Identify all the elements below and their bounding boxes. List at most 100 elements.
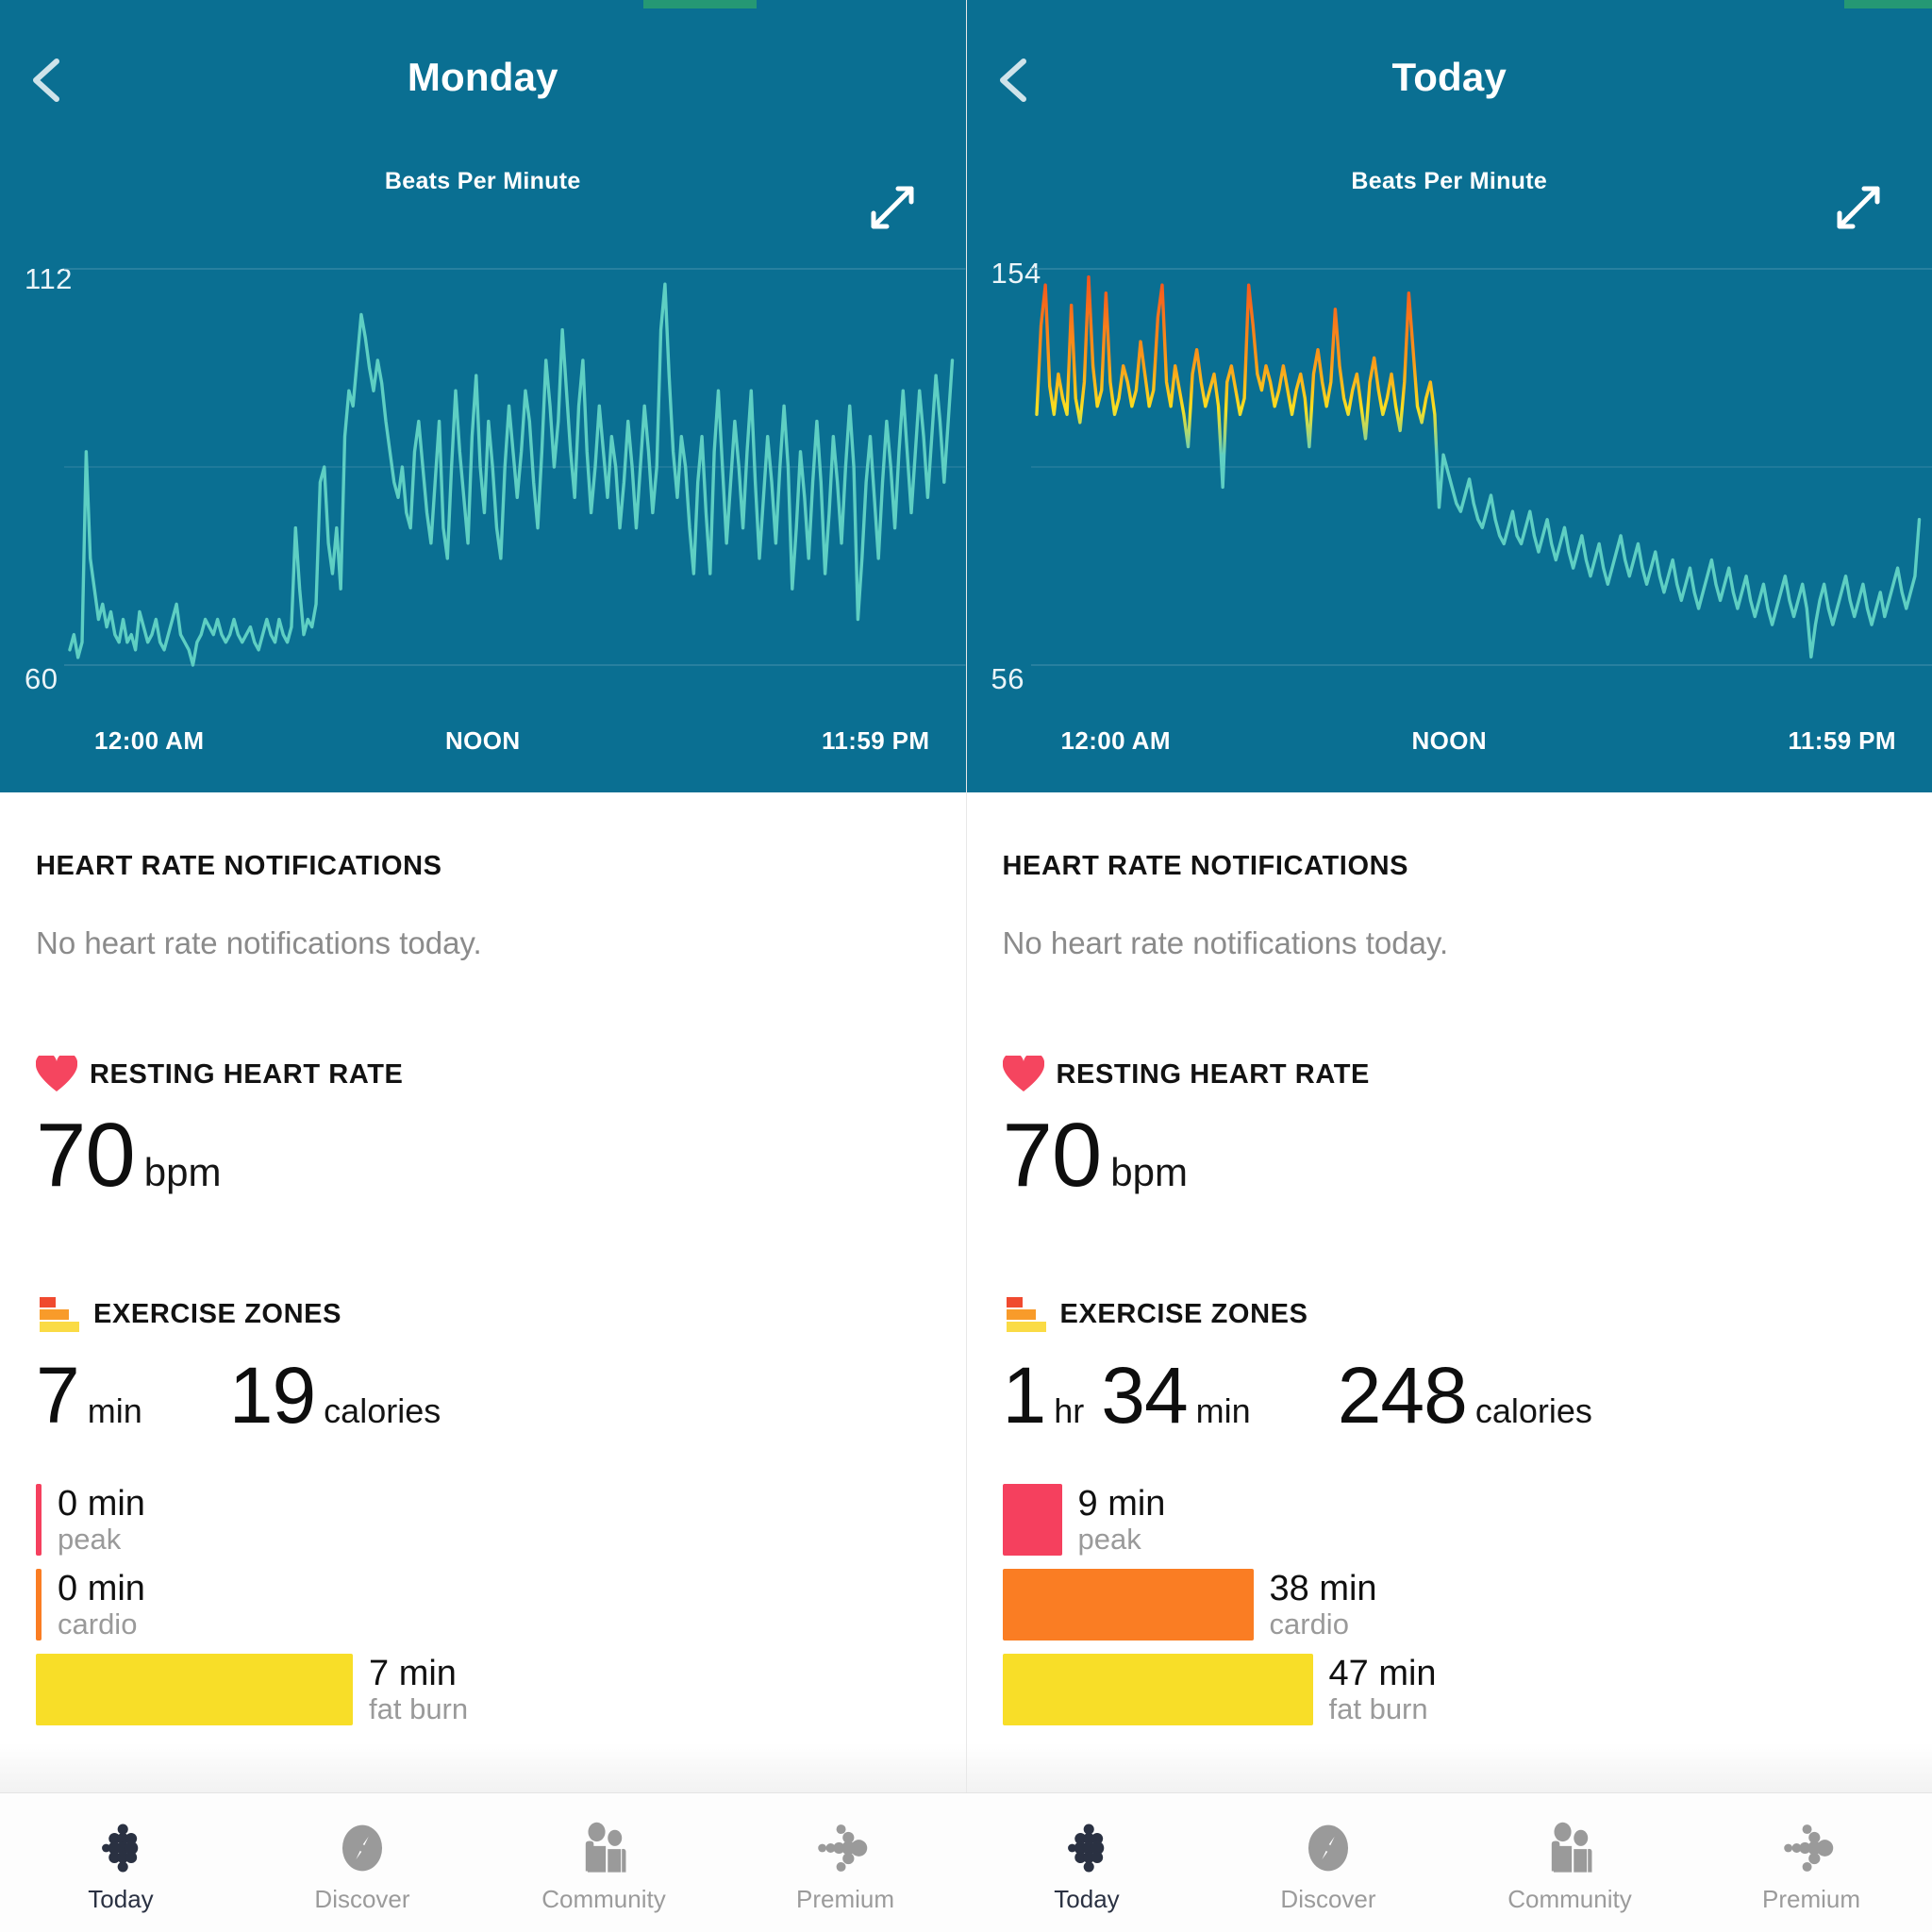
notifications-heading: HEART RATE NOTIFICATIONS <box>36 851 442 881</box>
tab-today[interactable]: Today <box>966 1793 1208 1932</box>
tab-community[interactable]: Community <box>1449 1793 1690 1932</box>
zones-total-unit-0: min <box>87 1391 142 1430</box>
exercise-zones-summary: 1 hr 34 min 248 calories <box>1003 1356 1897 1435</box>
zone-name: peak <box>1077 1522 1141 1556</box>
zone-bar-cardio <box>36 1569 42 1641</box>
dots-arrow-icon <box>1782 1819 1840 1877</box>
zones-calories: 248 calories <box>1338 1356 1592 1435</box>
tab-label: Today <box>1054 1885 1120 1913</box>
resting-heart-rate-value: 70 bpm <box>36 1110 930 1201</box>
zone-minutes: 7 min <box>369 1653 457 1693</box>
x-tick-mid: NOON <box>1411 726 1488 755</box>
tab-label: Discover <box>1280 1885 1376 1913</box>
tab-today[interactable]: Today <box>0 1793 242 1932</box>
fitbit-dots-icon <box>1058 1819 1116 1877</box>
heart-icon <box>1002 1052 1044 1093</box>
fitbit-dots-icon <box>92 1819 150 1877</box>
zone-bar-peak <box>1002 1484 1062 1556</box>
zone-minutes: 38 min <box>1269 1568 1377 1608</box>
tab-discover[interactable]: Discover <box>1208 1793 1449 1932</box>
zone-bar-fat-burn <box>36 1654 353 1725</box>
tab-community[interactable]: Community <box>483 1793 724 1932</box>
expand-chart-icon[interactable] <box>864 179 921 236</box>
exercise-zone-bars: 0 min peak 0 min cardio 7 min fat burn <box>36 1484 930 1725</box>
scroll-shadow <box>0 1743 966 1792</box>
zone-bar-row: 9 min peak <box>1002 1484 1897 1556</box>
tab-group-right: Today Discover Community Premium <box>966 1793 1932 1932</box>
zone-minutes: 0 min <box>58 1483 145 1524</box>
x-tick-mid: NOON <box>444 726 521 755</box>
pane-body: HEART RATE NOTIFICATIONS No heart rate n… <box>966 792 1932 1792</box>
tab-discover[interactable]: Discover <box>242 1793 483 1932</box>
zone-minutes: 9 min <box>1077 1483 1166 1524</box>
x-tick-end: 11:59 PM <box>822 726 930 755</box>
zone-bar-labels: 9 min peak <box>1078 1484 1166 1556</box>
page-title: Monday <box>407 55 558 99</box>
zone-name: cardio <box>58 1607 138 1641</box>
zone-bar-cardio <box>1002 1569 1254 1641</box>
zones-calories-number: 248 <box>1337 1351 1468 1440</box>
notifications-message: No heart rate notifications today. <box>36 925 482 960</box>
heart-rate-chart-card: Monday Beats Per Minute 112 60 12:00 AM … <box>0 0 966 792</box>
exercise-zones-label: EXERCISE ZONES <box>1059 1298 1308 1329</box>
zone-bar-labels: 7 min fat burn <box>369 1654 468 1725</box>
people-icon <box>574 1819 634 1877</box>
zones-total-0: 7 min <box>36 1356 142 1435</box>
zone-name: fat burn <box>369 1691 469 1725</box>
top-green-strip <box>1843 0 1932 8</box>
chart-caption: Beats Per Minute <box>1351 168 1548 194</box>
notifications-message: No heart rate notifications today. <box>1002 925 1449 960</box>
zone-bar-row: 7 min fat burn <box>36 1654 930 1725</box>
exercise-zones-summary: 7 min 19 calories <box>36 1356 930 1435</box>
heart-rate-chart-card: Today Beats Per Minute 154 56 12:00 AM N… <box>966 0 1932 792</box>
tab-label: Premium <box>1761 1885 1860 1913</box>
expand-chart-icon[interactable] <box>1830 179 1887 236</box>
zone-bar-labels: 0 min cardio <box>58 1569 145 1641</box>
scroll-shadow <box>966 1743 1932 1792</box>
zones-calories-unit: calories <box>1474 1391 1592 1430</box>
app-screen: Monday Beats Per Minute 112 60 12:00 AM … <box>0 0 1932 1932</box>
tab-premium[interactable]: Premium <box>724 1793 966 1932</box>
people-icon <box>1540 1819 1600 1877</box>
tab-label: Community <box>541 1885 666 1913</box>
resting-hr-number: 70 <box>1002 1105 1103 1206</box>
x-tick-end: 11:59 PM <box>1788 726 1896 755</box>
tab-premium[interactable]: Premium <box>1690 1793 1932 1932</box>
zones-total-0: 1 hr <box>1003 1356 1085 1435</box>
resting-heart-rate-header: RESTING HEART RATE <box>35 1052 930 1093</box>
page-title: Today <box>1391 55 1507 99</box>
heart-rate-plot-today <box>967 250 1932 684</box>
top-green-strip <box>643 0 757 8</box>
tab-label: Premium <box>795 1885 894 1913</box>
zones-total-number-0: 1 <box>1002 1351 1047 1440</box>
zone-bar-row: 38 min cardio <box>1002 1569 1897 1641</box>
exercise-zones-header: EXERCISE ZONES <box>36 1295 930 1333</box>
zone-bar-labels: 0 min peak <box>58 1484 145 1556</box>
zone-bar-row: 0 min peak <box>36 1484 930 1556</box>
zone-minutes: 0 min <box>58 1568 145 1608</box>
zones-total-unit-1: min <box>1195 1391 1251 1430</box>
exercise-zones-label: EXERCISE ZONES <box>93 1298 342 1329</box>
pane-monday: Monday Beats Per Minute 112 60 12:00 AM … <box>0 0 966 1792</box>
resting-hr-unit: bpm <box>143 1150 222 1194</box>
zone-name: fat burn <box>1328 1691 1428 1725</box>
x-axis: 12:00 AM NOON 11:59 PM <box>967 726 1932 758</box>
zones-total-1: 34 min <box>1101 1356 1250 1435</box>
zones-calories: 19 calories <box>229 1356 441 1435</box>
dots-arrow-icon <box>816 1819 874 1877</box>
tab-label: Discover <box>314 1885 410 1913</box>
zones-calories-unit: calories <box>324 1391 441 1430</box>
x-axis: 12:00 AM NOON 11:59 PM <box>0 726 966 758</box>
resting-heart-rate-value: 70 bpm <box>1003 1110 1897 1201</box>
exercise-zones-icon <box>36 1295 81 1333</box>
pane-container: Monday Beats Per Minute 112 60 12:00 AM … <box>0 0 1932 1792</box>
resting-heart-rate-header: RESTING HEART RATE <box>1002 1052 1897 1093</box>
heart-icon <box>35 1052 78 1093</box>
zone-bar-peak <box>36 1484 42 1556</box>
zone-bar-row: 0 min cardio <box>36 1569 930 1641</box>
zone-bar-fat-burn <box>1002 1654 1313 1725</box>
pane-body: HEART RATE NOTIFICATIONS No heart rate n… <box>0 792 966 1792</box>
zone-bar-labels: 38 min cardio <box>1270 1569 1377 1641</box>
exercise-zones-icon <box>1003 1295 1048 1333</box>
tab-label: Community <box>1507 1885 1632 1913</box>
